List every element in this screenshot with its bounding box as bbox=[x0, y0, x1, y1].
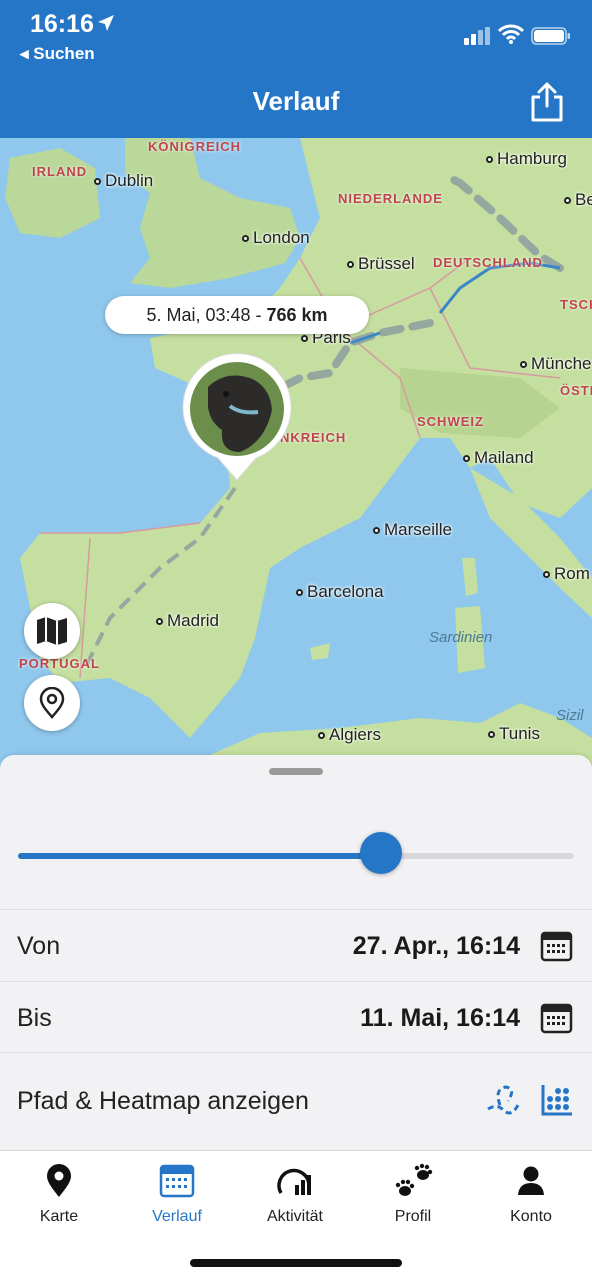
tab-label: Konto bbox=[510, 1208, 552, 1225]
to-label: Bis bbox=[17, 1004, 52, 1032]
battery-icon bbox=[531, 27, 570, 45]
city-label: Tunis bbox=[488, 724, 540, 744]
city-label: Brüssel bbox=[347, 254, 415, 274]
country-label-germany: DEUTSCHLAND bbox=[433, 255, 543, 270]
country-label-portugal: PORTUGAL bbox=[19, 656, 100, 671]
tab-label: Karte bbox=[39, 1208, 79, 1225]
city-label: Barcelona bbox=[296, 582, 384, 602]
to-value[interactable]: 11. Mai, 16:14 bbox=[360, 1004, 520, 1033]
city-label: Algiers bbox=[318, 725, 381, 745]
country-label-czechia: TSCH bbox=[560, 297, 592, 312]
home-indicator bbox=[190, 1259, 402, 1267]
tab-label: Aktivität bbox=[266, 1208, 323, 1225]
city-label: Dublin bbox=[94, 171, 153, 191]
header: 16:16 ◂ Suchen Verlauf bbox=[0, 0, 592, 138]
center-location-button[interactable] bbox=[24, 675, 80, 731]
country-label-switzerland: SCHWEIZ bbox=[417, 414, 484, 429]
calendar-icon[interactable] bbox=[540, 930, 573, 962]
tab-label: Verlauf bbox=[152, 1208, 202, 1225]
city-label: Münche bbox=[520, 354, 591, 374]
tab-aktivitaet[interactable]: Aktivität bbox=[236, 1151, 354, 1231]
calendar-icon bbox=[159, 1164, 195, 1198]
sheet-grabber[interactable] bbox=[269, 768, 323, 775]
country-label-netherlands: NIEDERLANDE bbox=[338, 191, 443, 206]
position-tooltip: 5. Mai, 03:48 - 766 km bbox=[105, 296, 369, 334]
map-style-button[interactable] bbox=[24, 603, 80, 659]
share-icon[interactable] bbox=[528, 82, 566, 122]
path-heatmap-row: Pfad & Heatmap anzeigen bbox=[0, 1052, 592, 1150]
map-view[interactable]: KÖNIGREICH IRLAND NIEDERLANDE DEUTSCHLAN… bbox=[0, 138, 592, 768]
heatmap-toggle-icon[interactable] bbox=[540, 1083, 574, 1117]
country-label-austria: ÖSTE bbox=[560, 383, 592, 398]
person-icon bbox=[518, 1166, 544, 1195]
status-time: 16:16 bbox=[30, 10, 94, 38]
wifi-icon bbox=[498, 24, 524, 44]
signal-icon bbox=[464, 27, 490, 45]
path-heatmap-label: Pfad & Heatmap anzeigen bbox=[17, 1087, 309, 1115]
from-value[interactable]: 27. Apr., 16:14 bbox=[353, 932, 520, 961]
tooltip-distance: 766 km bbox=[266, 305, 328, 325]
map-pin-icon bbox=[47, 1164, 71, 1197]
location-pin-icon bbox=[39, 687, 65, 719]
city-label: Mailand bbox=[463, 448, 534, 468]
city-label: Madrid bbox=[156, 611, 219, 631]
from-label: Von bbox=[17, 932, 61, 960]
back-to-app-link[interactable]: ◂ Suchen bbox=[20, 44, 95, 64]
slider-knob[interactable] bbox=[359, 832, 402, 874]
paw-icon bbox=[395, 1163, 433, 1196]
tab-label: Profil bbox=[394, 1208, 432, 1225]
country-label-uk: KÖNIGREICH bbox=[148, 139, 242, 154]
city-label: Hamburg bbox=[486, 149, 567, 169]
city-label: Marseille bbox=[373, 520, 452, 540]
activity-gauge-icon bbox=[277, 1168, 311, 1195]
country-label-ireland: IRLAND bbox=[32, 164, 88, 179]
from-row[interactable]: Von 27. Apr., 16:14 bbox=[0, 909, 592, 981]
to-row[interactable]: Bis 11. Mai, 16:14 bbox=[0, 981, 592, 1053]
city-label: Rom bbox=[543, 564, 590, 584]
history-controls-sheet: Von 27. Apr., 16:14 Bis 11. Mai, 16:14 P… bbox=[0, 755, 592, 1150]
path-toggle-icon[interactable] bbox=[484, 1083, 522, 1119]
tab-profil[interactable]: Profil bbox=[354, 1151, 472, 1231]
calendar-icon[interactable] bbox=[540, 1002, 573, 1034]
tab-verlauf[interactable]: Verlauf bbox=[118, 1151, 236, 1231]
tab-karte[interactable]: Karte bbox=[0, 1151, 118, 1231]
location-arrow-icon bbox=[98, 15, 114, 31]
island-label: Sardinien bbox=[429, 629, 493, 646]
page-title: Verlauf bbox=[252, 86, 340, 116]
slider-fill bbox=[18, 853, 381, 859]
island-label: Sizil bbox=[556, 707, 584, 724]
tab-konto[interactable]: Konto bbox=[472, 1151, 590, 1231]
city-label: London bbox=[242, 228, 310, 248]
pet-location-pin[interactable] bbox=[180, 352, 294, 482]
time-slider[interactable] bbox=[18, 853, 574, 859]
tooltip-date: 5. Mai, 03:48 - bbox=[146, 305, 267, 325]
city-label: Be bbox=[564, 190, 592, 210]
map-icon bbox=[37, 617, 67, 645]
